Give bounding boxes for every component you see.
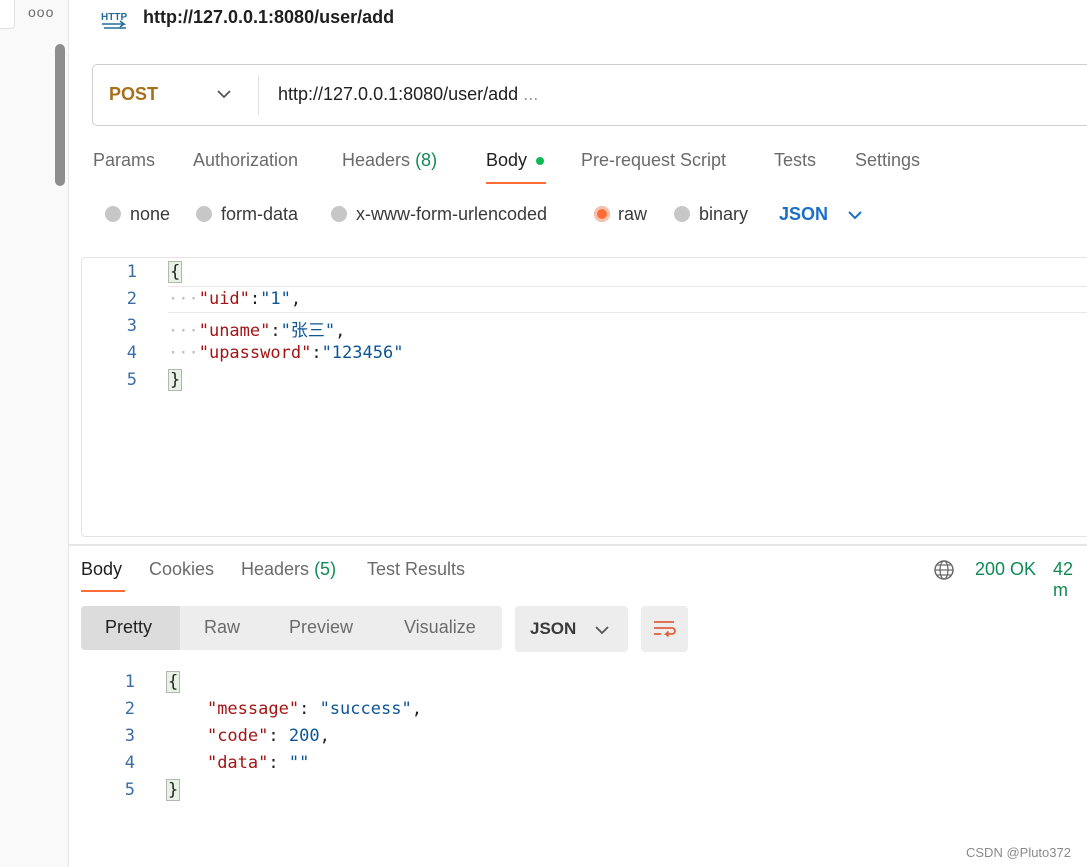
radio-form-data[interactable]	[196, 206, 212, 222]
response-tab-cookies[interactable]: Cookies	[149, 559, 214, 580]
line-number: 5	[126, 370, 137, 390]
code-line: "data": ""	[206, 753, 310, 773]
body-format-select[interactable]: JSON	[779, 204, 828, 225]
line-number: 2	[126, 289, 137, 309]
radio-none-label[interactable]: none	[130, 204, 170, 225]
chevron-down-icon[interactable]	[592, 620, 612, 640]
tab-headers-count: (8)	[415, 150, 438, 170]
code-line: }	[166, 779, 181, 801]
code-line: "message": "success",	[206, 699, 422, 719]
json-key: "code"	[206, 726, 269, 746]
line-number: 4	[126, 343, 137, 363]
json-trail: ,	[319, 726, 330, 746]
tab-params[interactable]: Params	[93, 150, 155, 171]
radio-x-www-form-urlencoded[interactable]	[331, 206, 347, 222]
http-icon: HTTP	[101, 12, 127, 29]
json-value: "123456"	[321, 343, 404, 363]
line-number: 1	[126, 262, 137, 282]
radio-raw[interactable]	[594, 206, 610, 222]
json-key: "message"	[206, 699, 300, 719]
line-number: 3	[126, 316, 137, 336]
request-url-bar	[92, 64, 1087, 126]
code-line: ···"uname":"张三",	[168, 321, 346, 341]
body-indicator-dot	[536, 157, 544, 165]
response-time[interactable]: 42 m	[1053, 559, 1087, 601]
active-tab-underline	[486, 182, 546, 184]
more-options-icon[interactable]: ooo	[28, 4, 54, 20]
chevron-down-icon[interactable]	[845, 205, 865, 225]
chevron-down-icon[interactable]	[214, 84, 234, 104]
code-line: ···"upassword":"123456"	[168, 343, 404, 363]
globe-icon[interactable]	[933, 559, 955, 581]
radio-x-www-form-urlencoded-label[interactable]: x-www-form-urlencoded	[356, 204, 547, 225]
json-value: "1"	[260, 289, 291, 309]
sidebar-scrollbar[interactable]	[55, 44, 65, 186]
line-number: 5	[124, 780, 135, 800]
active-tab-underline	[81, 590, 125, 592]
radio-binary-label[interactable]: binary	[699, 204, 748, 225]
tab-body[interactable]: Body	[486, 150, 527, 171]
tab-headers-label: Headers	[342, 150, 411, 170]
url-text: http://127.0.0.1:8080/user/add	[278, 84, 519, 104]
brace: }	[166, 779, 181, 801]
status-code[interactable]: 200 OK	[975, 559, 1036, 580]
line-number: 3	[124, 726, 135, 746]
view-pretty[interactable]: Pretty	[105, 617, 152, 638]
response-headers-count: (5)	[314, 559, 337, 579]
code-line: }	[168, 369, 183, 391]
tab-headers[interactable]: Headers (8)	[342, 150, 437, 171]
response-headers-label: Headers	[241, 559, 310, 579]
json-key: "data"	[206, 753, 269, 773]
line-number: 4	[124, 753, 135, 773]
current-line-highlight	[168, 286, 1087, 313]
request-title[interactable]: http://127.0.0.1:8080/user/add	[143, 7, 394, 28]
code-line: {	[166, 671, 181, 693]
method-select[interactable]: POST	[109, 84, 158, 105]
json-value: 200	[288, 726, 320, 746]
json-trail: ,	[411, 699, 422, 719]
json-value: ""	[288, 753, 310, 773]
url-input[interactable]: http://127.0.0.1:8080/user/add ...	[278, 84, 538, 105]
json-trail: ,	[335, 321, 346, 341]
response-tab-body[interactable]: Body	[81, 559, 122, 580]
json-value: "success"	[319, 699, 412, 719]
svg-text:HTTP: HTTP	[101, 12, 127, 23]
json-key: "uid"	[198, 289, 250, 309]
response-tab-headers[interactable]: Headers (5)	[241, 559, 336, 580]
code-line: {	[168, 261, 183, 283]
wrap-lines-icon	[654, 621, 676, 638]
brace: {	[166, 671, 181, 693]
line-number: 2	[124, 699, 135, 719]
tab-pre-request-script[interactable]: Pre-request Script	[581, 150, 726, 171]
tab-authorization[interactable]: Authorization	[193, 150, 298, 171]
radio-binary[interactable]	[674, 206, 690, 222]
pane-splitter[interactable]	[68, 544, 1087, 546]
watermark: CSDN @Pluto372	[966, 845, 1071, 860]
divider	[258, 75, 259, 115]
tab-settings[interactable]: Settings	[855, 150, 920, 171]
radio-none[interactable]	[105, 206, 121, 222]
view-preview[interactable]: Preview	[289, 617, 353, 638]
response-format-label: JSON	[530, 619, 577, 638]
radio-raw-label[interactable]: raw	[618, 204, 647, 225]
code-line: "code": 200,	[206, 726, 330, 746]
json-key: "upassword"	[198, 343, 312, 363]
json-value: "张三"	[280, 321, 336, 341]
json-trail: ,	[290, 289, 302, 309]
line-number: 1	[124, 672, 135, 692]
url-ellipsis: ...	[523, 84, 539, 104]
code-line: ···"uid":"1",	[168, 289, 302, 309]
tab-tests[interactable]: Tests	[774, 150, 816, 171]
json-key: "uname"	[198, 321, 271, 341]
radio-form-data-label[interactable]: form-data	[221, 204, 298, 225]
brace: }	[168, 369, 183, 391]
view-raw[interactable]: Raw	[204, 617, 240, 638]
view-visualize[interactable]: Visualize	[404, 617, 476, 638]
collapsed-tab[interactable]	[0, 0, 15, 29]
response-tab-test-results[interactable]: Test Results	[367, 559, 465, 580]
brace: {	[168, 261, 183, 283]
